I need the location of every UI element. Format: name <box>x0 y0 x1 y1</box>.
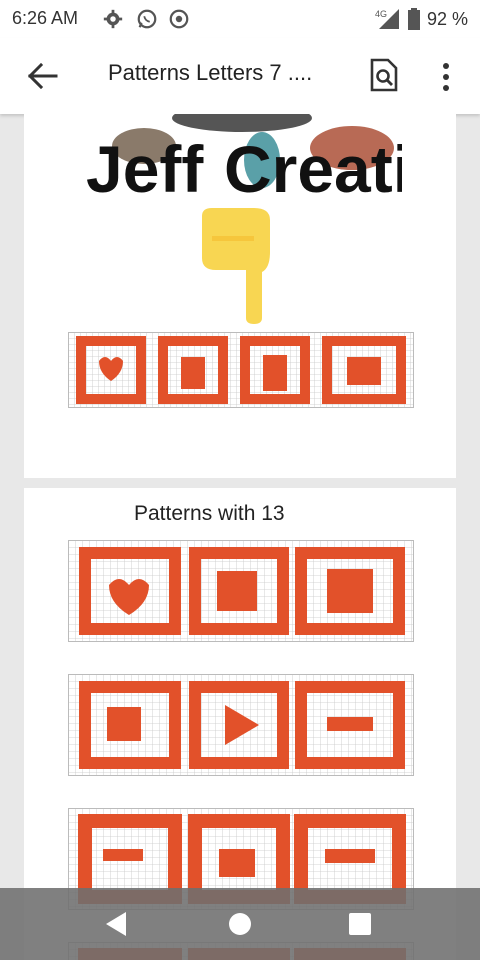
pattern-strip-cde <box>68 674 414 776</box>
jeff-creative-logo: Jeff Creative <box>86 114 402 206</box>
settings-icon <box>103 9 123 29</box>
status-right: 4G 92 % <box>375 8 468 30</box>
document-title: Patterns Letters 7 .... <box>108 60 313 85</box>
status-bar: 6:26 AM 4G 92 % <box>0 0 480 38</box>
find-in-document-icon[interactable] <box>368 58 400 92</box>
battery-percent: 92 % <box>426 8 468 29</box>
home-circle-icon[interactable] <box>222 906 258 942</box>
pointing-finger-icon <box>202 208 270 324</box>
chrome-icon <box>169 9 189 29</box>
document-page-1: Jeff Creative <box>24 114 456 478</box>
arrow-back-icon[interactable] <box>26 62 58 90</box>
patterns-caption: Patterns with 13 <box>134 502 285 525</box>
pattern-strip-abc <box>68 332 414 408</box>
battery-icon <box>407 8 420 30</box>
app-bar: Patterns Letters 7 .... <box>0 38 480 114</box>
back-triangle-icon[interactable] <box>100 906 136 942</box>
svg-text:Jeff: Jeff <box>86 132 204 206</box>
svg-text:Creative: Creative <box>224 132 402 206</box>
whatsapp-icon <box>137 9 157 29</box>
svg-text:4G: 4G <box>375 9 387 19</box>
document-viewer[interactable]: Jeff Creative <box>0 114 480 960</box>
pattern-strip-heart-ab <box>68 540 414 642</box>
system-nav-bar <box>0 888 480 960</box>
more-vert-icon[interactable] <box>436 62 456 92</box>
signal-icon: 4G <box>375 9 399 29</box>
recents-square-icon[interactable] <box>342 906 378 942</box>
status-time: 6:26 AM <box>12 8 79 28</box>
